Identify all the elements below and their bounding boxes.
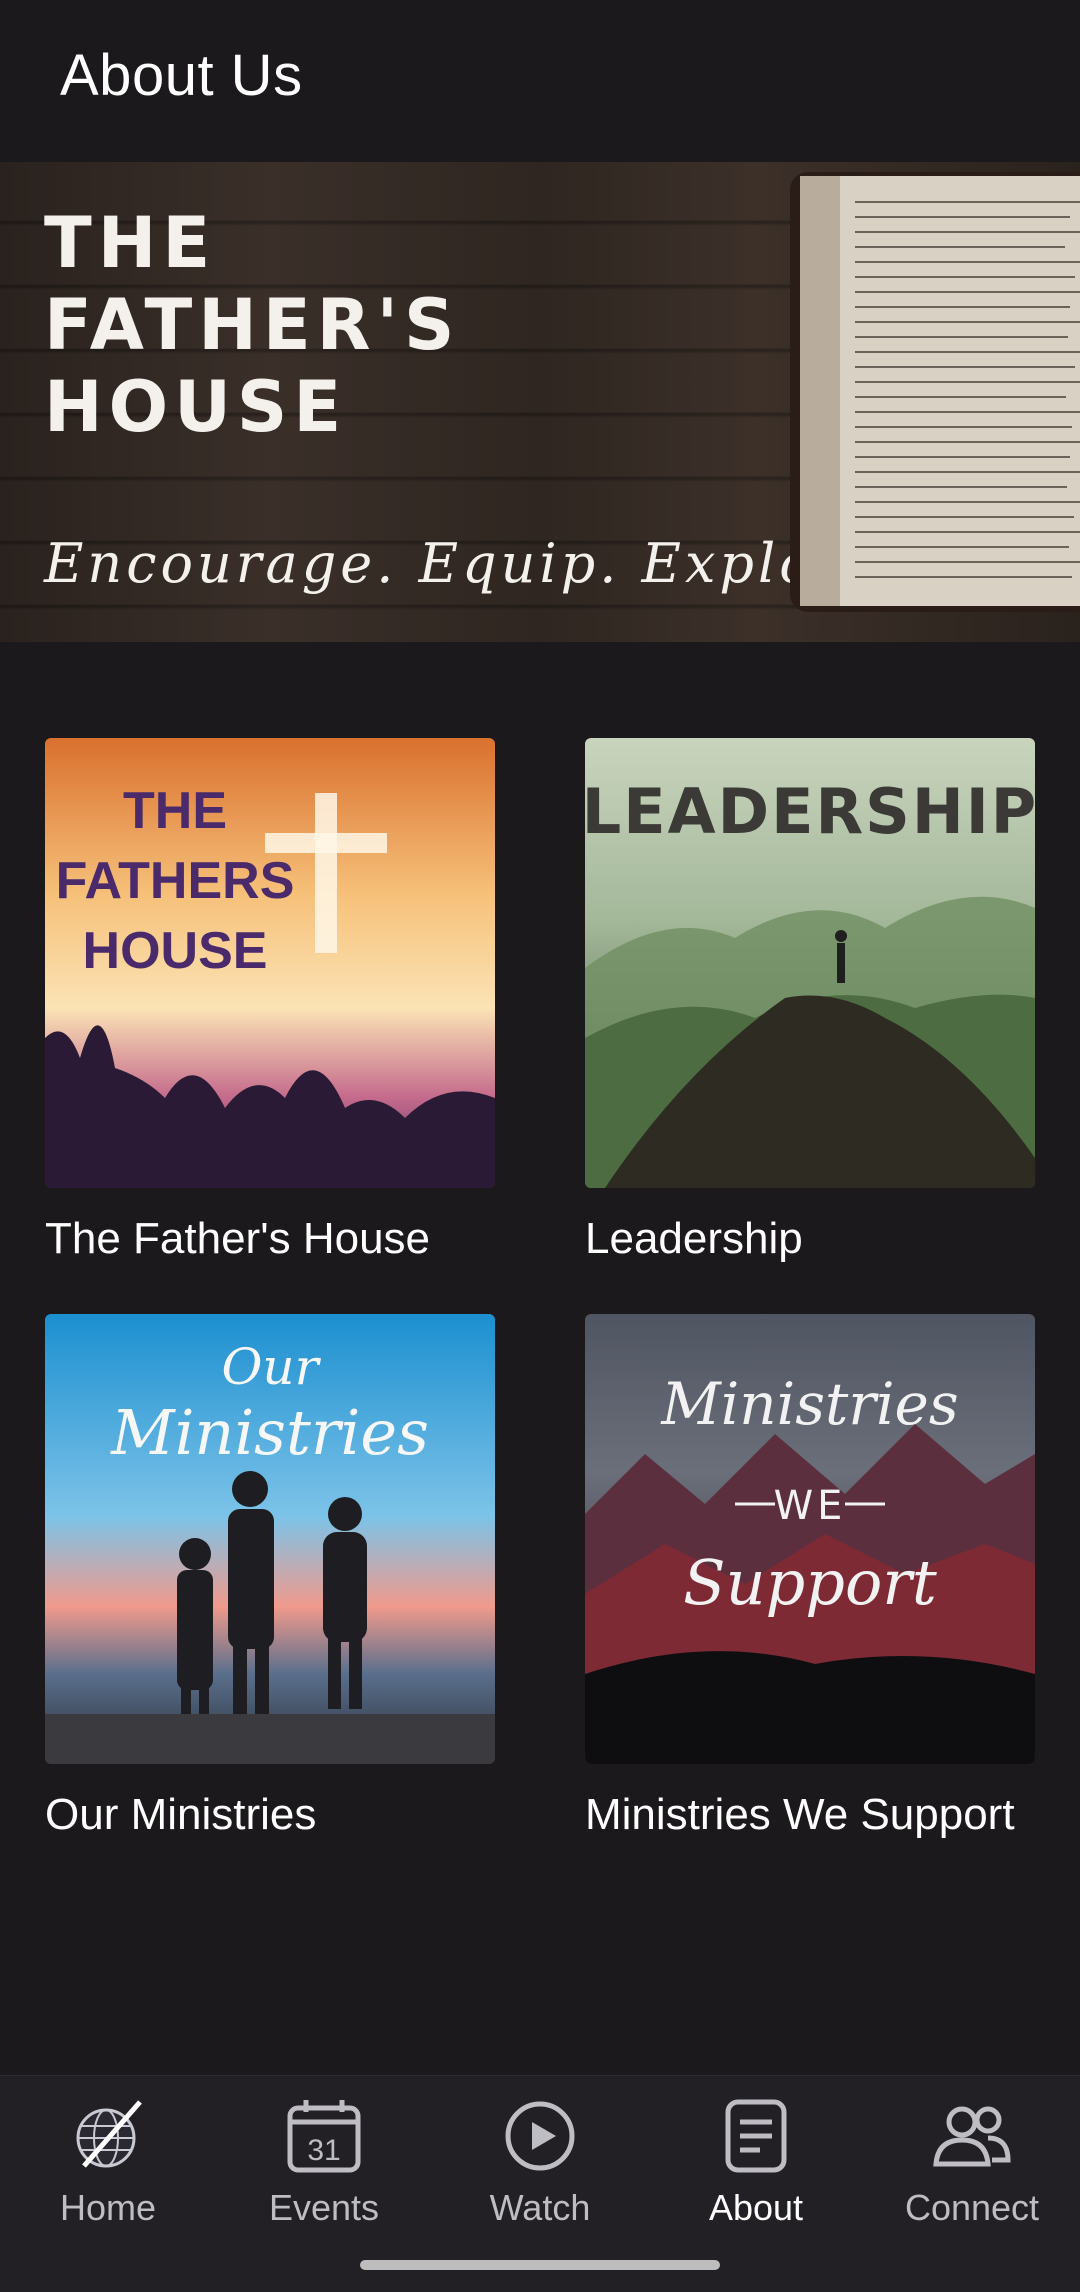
family-beach-image: Our Ministries: [45, 1314, 495, 1764]
banner-title: THE FATHER'S HOUSE: [44, 202, 461, 448]
card-label: Ministries We Support: [585, 1790, 1015, 1839]
home-indicator[interactable]: [360, 2260, 720, 2270]
card-image: THE FATHERS HOUSE: [45, 738, 495, 1188]
card-leadership[interactable]: LEADERSHIP Leadership: [585, 738, 1035, 1268]
tab-about[interactable]: About: [648, 2096, 864, 2246]
page-title: About Us: [60, 43, 303, 108]
svg-text:31: 31: [307, 2134, 340, 2167]
svg-text:Support: Support: [683, 1546, 937, 1619]
red-mountains-image: Ministries WE Support: [585, 1314, 1035, 1764]
document-icon: [725, 2099, 787, 2173]
bible-image: [790, 172, 1080, 612]
svg-text:THE: THE: [123, 782, 227, 840]
banner-tagline: Encourage. Equip. Explore.: [44, 532, 903, 595]
card-image: Our Ministries: [45, 1314, 495, 1764]
card-ministries-we-support[interactable]: Ministries WE Support Ministries We Supp…: [585, 1314, 1035, 1844]
card-image: Ministries WE Support: [585, 1314, 1035, 1764]
play-circle-icon: [505, 2101, 575, 2171]
tab-connect[interactable]: Connect: [864, 2096, 1080, 2246]
people-icon: [933, 2106, 1011, 2167]
card-label: Our Ministries: [45, 1790, 317, 1839]
tab-events[interactable]: 31 Events: [216, 2096, 432, 2246]
calendar-icon: 31: [287, 2100, 361, 2173]
tab-label: Home: [59, 2187, 157, 2228]
mountain-summit-image: LEADERSHIP: [585, 738, 1035, 1188]
card-the-fathers-house[interactable]: THE FATHERS HOUSE The Father's House: [45, 738, 495, 1268]
card-label: The Father's House: [45, 1214, 431, 1263]
svg-text:FATHERS: FATHERS: [56, 852, 295, 910]
hero-banner: THE FATHER'S HOUSE Encourage. Equip. Exp…: [0, 162, 1080, 642]
svg-text:Ministries: Ministries: [660, 1370, 958, 1438]
svg-text:Our: Our: [221, 1338, 321, 1396]
svg-text:WE: WE: [774, 1483, 847, 1529]
tab-home[interactable]: Home: [0, 2096, 216, 2246]
tab-label: Watch: [489, 2187, 591, 2228]
card-label: Leadership: [585, 1214, 803, 1263]
tab-label: Connect: [904, 2187, 1040, 2228]
tab-label: About: [708, 2187, 804, 2228]
tab-label: Events: [268, 2187, 380, 2228]
card-our-ministries[interactable]: Our Ministries Our Ministries: [45, 1314, 495, 1844]
svg-text:HOUSE: HOUSE: [83, 922, 268, 980]
svg-text:LEADERSHIP: LEADERSHIP: [585, 775, 1035, 848]
top-app-bar: About Us: [0, 0, 1080, 160]
svg-text:Ministries: Ministries: [110, 1396, 429, 1469]
globe-logo-icon: [76, 2100, 142, 2168]
tab-watch[interactable]: Watch: [432, 2096, 648, 2246]
card-image: LEADERSHIP: [585, 738, 1035, 1188]
worship-cross-image: THE FATHERS HOUSE: [45, 738, 495, 1188]
